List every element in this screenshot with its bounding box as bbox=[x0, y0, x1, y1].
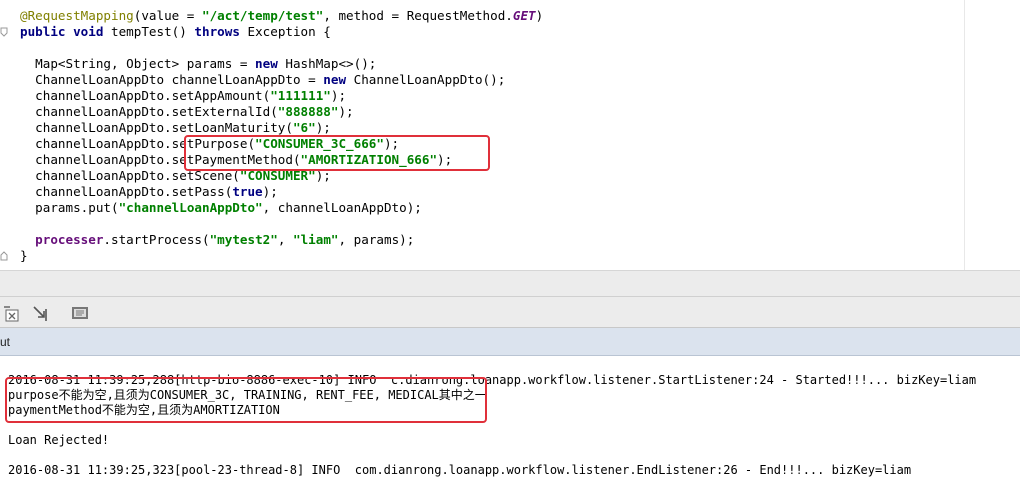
tab-output[interactable]: ut bbox=[0, 328, 10, 356]
code-token: , method = RequestMethod. bbox=[323, 8, 513, 23]
code-token: true bbox=[232, 184, 263, 199]
editor-status-strip bbox=[0, 270, 1020, 296]
console-line: 2016-08-31 11:39:25,323[pool-23-thread-8… bbox=[8, 463, 912, 477]
code-token: channelLoanAppDto.setPurpose( bbox=[20, 136, 256, 151]
code-token: ChannelLoanAppDto(); bbox=[353, 72, 506, 87]
code-line: @RequestMapping(value = "/act/temp/test"… bbox=[20, 8, 543, 24]
scroll-to-end-icon[interactable] bbox=[30, 303, 50, 323]
code-token: GET bbox=[512, 8, 536, 23]
run-toolbar bbox=[0, 296, 1020, 328]
code-token: HashMap<>(); bbox=[285, 56, 377, 71]
right-margin-guide bbox=[964, 0, 965, 270]
code-token: channelLoanAppDto.setAppAmount( bbox=[20, 88, 271, 103]
code-token: (value = bbox=[133, 8, 202, 23]
code-token: throws bbox=[194, 24, 248, 39]
code-token: new bbox=[255, 56, 286, 71]
code-token: ); bbox=[315, 120, 331, 135]
code-token: ChannelLoanAppDto channelLoanAppDto = bbox=[20, 72, 324, 87]
fold-marker-icon[interactable] bbox=[0, 251, 8, 261]
code-token: @RequestMapping bbox=[20, 8, 134, 23]
code-token: , params); bbox=[338, 232, 415, 247]
code-line: public void tempTest() throws Exception … bbox=[20, 24, 331, 40]
code-token: channelLoanAppDto.setExternalId( bbox=[20, 104, 278, 119]
code-token: , bbox=[277, 232, 293, 247]
code-token: "888888" bbox=[277, 104, 339, 119]
code-line: channelLoanAppDto.setPass(true); bbox=[20, 184, 278, 200]
code-line: ChannelLoanAppDto channelLoanAppDto = ne… bbox=[20, 72, 505, 88]
code-line: Map<String, Object> params = new HashMap… bbox=[20, 56, 376, 72]
code-token: public void bbox=[20, 24, 111, 39]
code-token: "111111" bbox=[270, 88, 331, 103]
code-line: channelLoanAppDto.setExternalId("888888"… bbox=[20, 104, 354, 120]
code-token: ); bbox=[330, 88, 347, 103]
code-line: channelLoanAppDto.setAppAmount("111111")… bbox=[20, 88, 346, 104]
code-line: } bbox=[20, 248, 28, 264]
code-token: Map<String, Object> params = bbox=[20, 56, 256, 71]
code-token: .startProcess( bbox=[103, 232, 210, 247]
code-token: "AMORTIZATION_666" bbox=[300, 152, 438, 167]
code-token: params.put( bbox=[20, 200, 119, 215]
code-token: "/act/temp/test" bbox=[201, 8, 324, 23]
code-token: ) bbox=[535, 8, 544, 23]
code-line: params.put("channelLoanAppDto", channelL… bbox=[20, 200, 422, 216]
code-token: channelLoanAppDto.setPass( bbox=[20, 184, 233, 199]
code-line: processer.startProcess("mytest2", "liam"… bbox=[20, 232, 414, 248]
code-token: "mytest2" bbox=[209, 232, 278, 247]
code-token: "CONSUMER" bbox=[239, 168, 316, 183]
code-line: channelLoanAppDto.setPurpose("CONSUMER_3… bbox=[20, 136, 399, 152]
code-token: tempTest() bbox=[111, 24, 195, 39]
code-token: , channelLoanAppDto); bbox=[262, 200, 422, 215]
code-token: channelLoanAppDto.setPaymentMethod( bbox=[20, 152, 301, 167]
code-token: ); bbox=[437, 152, 453, 167]
code-token: new bbox=[323, 72, 354, 87]
console-line: paymentMethod不能为空,且须为AMORTIZATION bbox=[8, 403, 280, 417]
console-output[interactable]: 2016-08-31 11:39:25,288[http-bio-8886-ex… bbox=[0, 356, 1020, 494]
code-token: ); bbox=[315, 168, 331, 183]
code-token: processer bbox=[35, 232, 104, 247]
code-token: ); bbox=[262, 184, 278, 199]
code-line: channelLoanAppDto.setPaymentMethod("AMOR… bbox=[20, 152, 452, 168]
run-panel-tab-bar: ut bbox=[0, 328, 1020, 356]
code-token: "liam" bbox=[293, 232, 339, 247]
code-token: "CONSUMER_3C_666" bbox=[255, 136, 384, 151]
code-token: ); bbox=[383, 136, 400, 151]
code-token: channelLoanAppDto.setScene( bbox=[20, 168, 240, 183]
print-output-icon[interactable] bbox=[70, 303, 90, 323]
code-line: channelLoanAppDto.setLoanMaturity("6"); bbox=[20, 120, 331, 136]
code-token: channelLoanAppDto.setLoanMaturity( bbox=[20, 120, 293, 135]
clear-output-icon[interactable] bbox=[2, 303, 22, 323]
fold-marker-icon[interactable] bbox=[0, 27, 8, 37]
console-line: purpose不能为空,且须为CONSUMER_3C, TRAINING, RE… bbox=[8, 388, 487, 402]
code-token: "6" bbox=[292, 120, 316, 135]
code-editor[interactable]: @RequestMapping(value = "/act/temp/test"… bbox=[0, 0, 1020, 270]
console-line: 2016-08-31 11:39:25,288[http-bio-8886-ex… bbox=[8, 373, 977, 387]
console-line: Loan Rejected! bbox=[8, 433, 110, 447]
code-token: Exception { bbox=[247, 24, 331, 39]
code-token: } bbox=[20, 248, 28, 263]
code-line: channelLoanAppDto.setScene("CONSUMER"); bbox=[20, 168, 331, 184]
code-token: ); bbox=[338, 104, 354, 119]
code-token: "channelLoanAppDto" bbox=[118, 200, 263, 215]
